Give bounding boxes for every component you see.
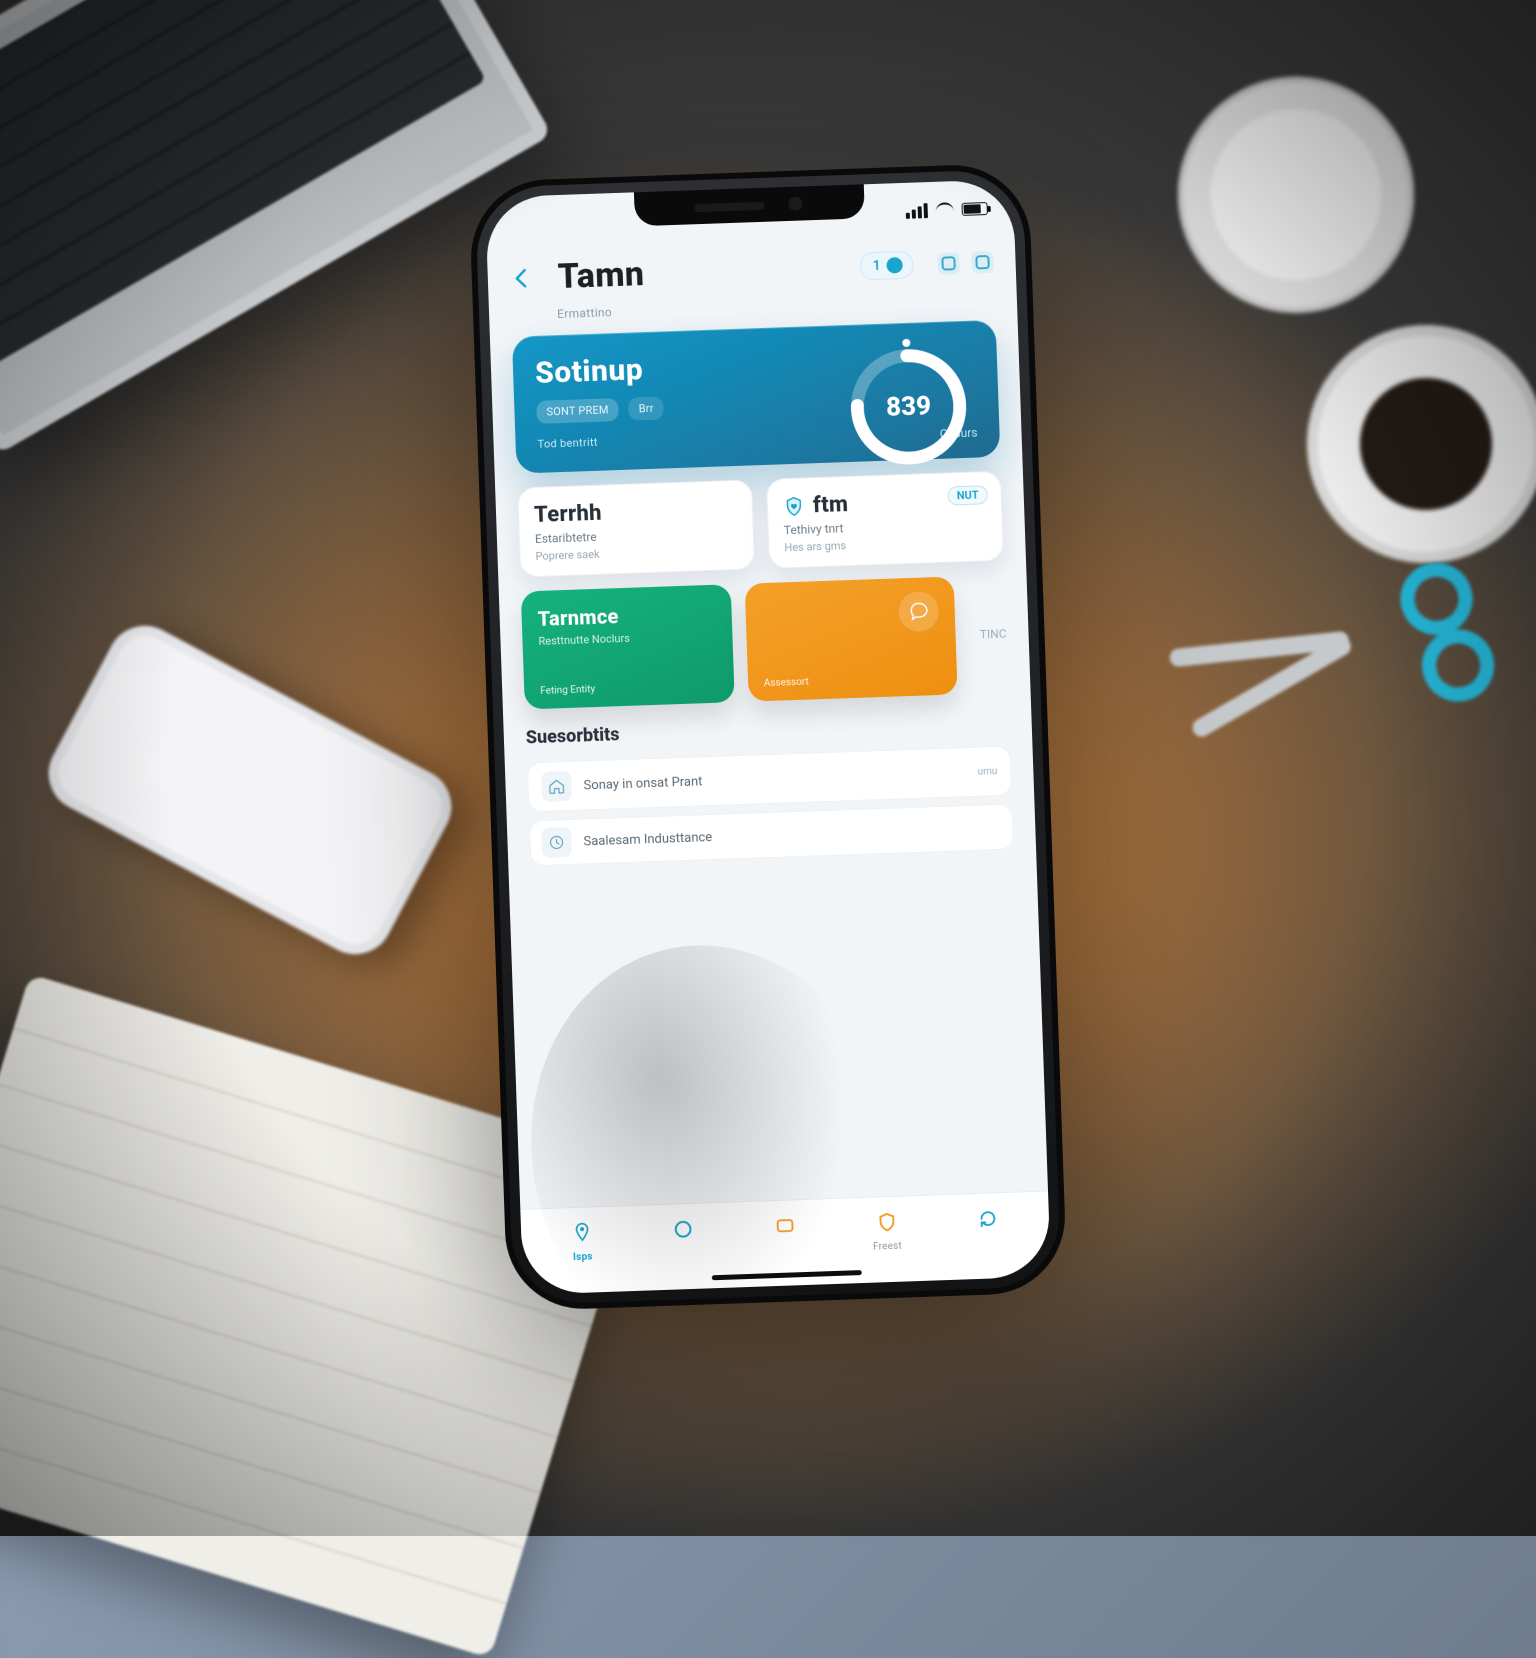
progress-value: 839	[842, 341, 974, 473]
shield-icon	[871, 1207, 902, 1238]
ring-icon	[668, 1214, 699, 1245]
prop-cup	[1166, 70, 1426, 330]
screen: Tamn 1 Ermattino Sotinup	[485, 179, 1051, 1295]
header-action-1[interactable]	[937, 252, 960, 275]
tile-tarnmce[interactable]: Tarnmce Resttnutte Noclurs Feting Entity	[521, 584, 735, 709]
dot-circle-icon	[886, 257, 903, 274]
header-action-2[interactable]	[971, 251, 994, 274]
list-item-0-text: Sonay in onsat Prant	[583, 774, 702, 793]
tile-orange-footer: Assessort	[764, 672, 942, 689]
card-ftm-badge: NUT	[948, 485, 988, 505]
header-badge[interactable]: 1	[859, 251, 914, 281]
card-icon	[770, 1210, 801, 1241]
pin-icon	[566, 1218, 597, 1249]
tab-4[interactable]	[956, 1203, 1021, 1239]
card-terrhh[interactable]: Terrhh Estaribtetre Poprere saek	[517, 480, 755, 578]
progress-ring: 839	[842, 341, 974, 473]
house-icon	[541, 771, 572, 802]
tile-green-footer: Feting Entity	[540, 680, 718, 697]
prop-phone-secondary	[35, 613, 464, 968]
tab-0-label: Isps	[573, 1252, 593, 1264]
prop-scissors	[1152, 519, 1499, 802]
section-title: Suesorbtits	[526, 711, 1010, 749]
page-title: Tamn	[557, 247, 846, 297]
hero-pill-1[interactable]: Brr	[628, 397, 664, 421]
shield-heart-icon	[783, 495, 806, 518]
battery-icon	[961, 202, 987, 216]
home-indicator[interactable]	[712, 1270, 862, 1280]
app-header: Tamn 1	[509, 236, 994, 299]
header-badge-text: 1	[872, 258, 881, 274]
tab-0[interactable]: Isps	[549, 1217, 615, 1264]
tab-2[interactable]	[753, 1210, 818, 1246]
signal-icon	[905, 203, 928, 219]
list-item-1[interactable]: Saalesam Industtance	[529, 804, 1014, 867]
list-item-1-text: Saalesam Industtance	[583, 830, 712, 849]
chat-bubble-icon	[898, 591, 939, 632]
card-ftm[interactable]: NUT ftm Tethivy tnrt Hes ars gms	[766, 471, 1004, 569]
scene: Tamn 1 Ermattino Sotinup	[0, 0, 1536, 1536]
clock-icon	[541, 827, 572, 858]
card-ftm-title: ftm	[813, 492, 849, 518]
hero-card[interactable]: Sotinup SONT PREM Brr Tod bentritt Cosur…	[512, 320, 1000, 474]
card-ftm-line2: Hes ars gms	[784, 534, 987, 554]
tile-green-sub: Resttnutte Noclurs	[538, 629, 716, 648]
phone: Tamn 1 Ermattino Sotinup	[468, 163, 1067, 1312]
back-button[interactable]	[509, 266, 544, 291]
refresh-icon	[973, 1203, 1004, 1234]
chevron-left-icon	[509, 266, 534, 291]
card-terrhh-line2: Poprere saek	[535, 543, 738, 563]
card-terrhh-title: Terrhh	[534, 496, 738, 528]
tab-3[interactable]: Freest	[854, 1206, 920, 1253]
tiles-side-label: TINC	[970, 627, 1007, 642]
breadcrumb: Ermattino	[557, 292, 995, 321]
list-item-0[interactable]: Sonay in onsat Prant umu	[527, 746, 1012, 813]
tile-green-title: Tarnmce	[537, 601, 715, 631]
list-item-0-tag: umu	[977, 766, 997, 778]
tab-1[interactable]	[651, 1213, 716, 1249]
hero-pill-0[interactable]: SONT PREM	[536, 398, 619, 424]
tab-3-label: Freest	[873, 1241, 902, 1253]
wifi-icon	[935, 202, 953, 217]
tile-orange[interactable]: Assessort	[744, 577, 958, 702]
